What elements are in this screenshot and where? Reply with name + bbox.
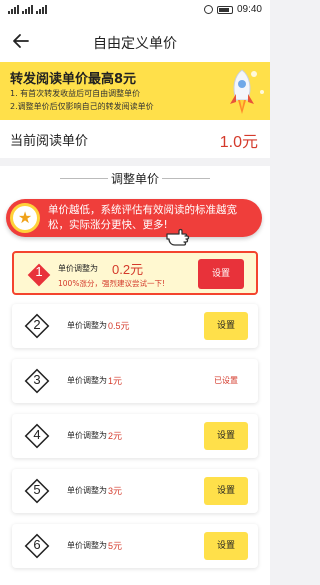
option-label: 单价调整为 — [58, 264, 98, 273]
divider — [162, 178, 210, 179]
star-icon: ★ — [10, 203, 40, 233]
rocket-icon — [230, 69, 264, 114]
set-button[interactable]: 设置 — [204, 422, 248, 450]
wifi-icon — [36, 5, 47, 14]
option-price: 2元 — [108, 431, 123, 441]
option-label: 单价调整为 — [67, 431, 107, 440]
option-number: 1 — [35, 264, 43, 279]
option-number: 2 — [33, 317, 41, 332]
set-button[interactable]: 设置 — [204, 532, 248, 560]
option-price: 1元 — [108, 376, 123, 386]
current-price-panel: 当前阅读单价 1.0元 — [0, 120, 270, 158]
alarm-icon — [203, 5, 213, 14]
banner-title: 转发阅读单价最高8元 — [10, 72, 137, 87]
option-price: 0.5元 — [108, 321, 130, 331]
option-price: 3元 — [108, 486, 123, 496]
current-price-label: 当前阅读单价 — [10, 134, 89, 149]
pointing-hand-icon — [166, 228, 190, 246]
option-label: 单价调整为 — [67, 321, 107, 330]
clock: 09:40 — [236, 4, 262, 15]
set-button[interactable]: 设置 — [204, 477, 248, 505]
signal-icon — [8, 5, 19, 14]
price-option-5: 5 单价调整为 3元 设置 — [12, 469, 258, 513]
current-price-value: 1.0元 — [219, 134, 258, 151]
option-number: 3 — [33, 372, 41, 387]
price-option-2: 2 单价调整为 0.5元 设置 — [12, 304, 258, 348]
banner-rule-2: 2.调整单价后仅影响自己的转发阅读单价 — [10, 102, 154, 111]
signal-icon — [22, 5, 33, 14]
signal-indicators — [8, 5, 47, 14]
option-label: 单价调整为 — [67, 376, 107, 385]
option-number: 5 — [33, 482, 41, 497]
battery-icon — [216, 5, 233, 14]
section-title: 调整单价 — [110, 172, 159, 186]
nav-bar: 自由定义单价 — [0, 22, 270, 62]
price-option-4: 4 单价调整为 2元 设置 — [12, 414, 258, 458]
status-bar: 09:40 — [0, 0, 270, 22]
option-hint: 100%涨分，强烈建议尝试一下! — [58, 279, 165, 288]
set-button[interactable]: 设置 — [198, 259, 244, 289]
option-label: 单价调整为 — [67, 541, 107, 550]
price-option-3: 3 单价调整为 1元 已设置 — [12, 359, 258, 403]
option-price: 0.2元 — [112, 262, 144, 277]
option-number: 4 — [33, 427, 41, 442]
promo-banner: 转发阅读单价最高8元 1. 有首次转发收益后可自由调整单价 2.调整单价后仅影响… — [0, 62, 270, 120]
already-set-status: 已设置 — [214, 376, 238, 385]
tip-banner: ★ 单价越低，系统评估有效阅读的标准越宽松，实际涨分更快、更多! — [6, 199, 262, 237]
price-option-1: 1 单价调整为 0.2元 100%涨分，强烈建议尝试一下! 设置 — [12, 251, 258, 295]
tip-text: 单价越低，系统评估有效阅读的标准越宽松，实际涨分更快、更多! — [48, 204, 237, 231]
option-number: 6 — [33, 537, 41, 552]
banner-rule-1: 1. 有首次转发收益后可自由调整单价 — [10, 89, 141, 98]
set-button[interactable]: 设置 — [204, 312, 248, 340]
page-title: 自由定义单价 — [93, 36, 177, 52]
price-option-6: 6 单价调整为 5元 设置 — [12, 524, 258, 568]
option-price: 5元 — [108, 541, 123, 551]
option-label: 单价调整为 — [67, 486, 107, 495]
